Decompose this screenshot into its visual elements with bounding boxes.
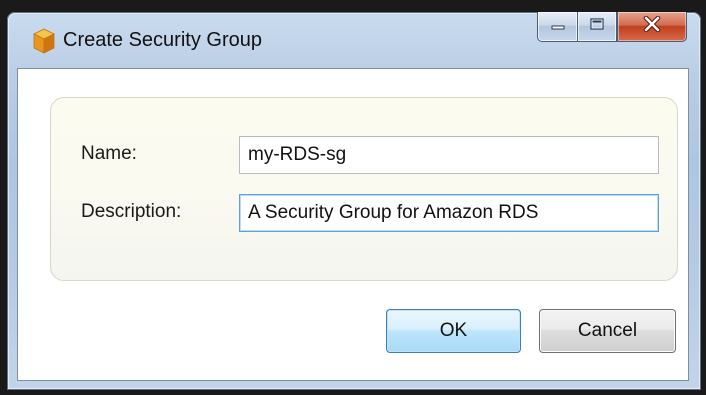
name-input[interactable] — [239, 136, 659, 174]
dialog-content: Name: Description: OK Cancel — [17, 68, 689, 381]
name-label: Name: — [81, 143, 137, 164]
caption-buttons — [537, 12, 687, 42]
maximize-icon — [589, 17, 605, 36]
cancel-button[interactable]: Cancel — [539, 309, 676, 353]
description-input[interactable] — [239, 194, 659, 232]
screenshot-frame: Create Security Group Name: my-RDS-sg De… — [0, 0, 706, 395]
ok-button[interactable]: OK — [386, 309, 521, 353]
form-group: Name: Description: — [50, 97, 678, 281]
maximize-button[interactable] — [577, 12, 617, 42]
close-icon — [643, 15, 661, 37]
title-bar[interactable]: Create Security Group — [7, 12, 701, 68]
minimize-button[interactable] — [537, 12, 577, 42]
minimize-icon — [550, 18, 566, 36]
orange-cube-icon — [33, 28, 55, 54]
close-button[interactable] — [617, 12, 687, 42]
dialog-window: Create Security Group Name: my-RDS-sg De… — [7, 12, 701, 390]
description-label: Description: — [81, 201, 182, 222]
window-title: Create Security Group — [63, 29, 262, 51]
